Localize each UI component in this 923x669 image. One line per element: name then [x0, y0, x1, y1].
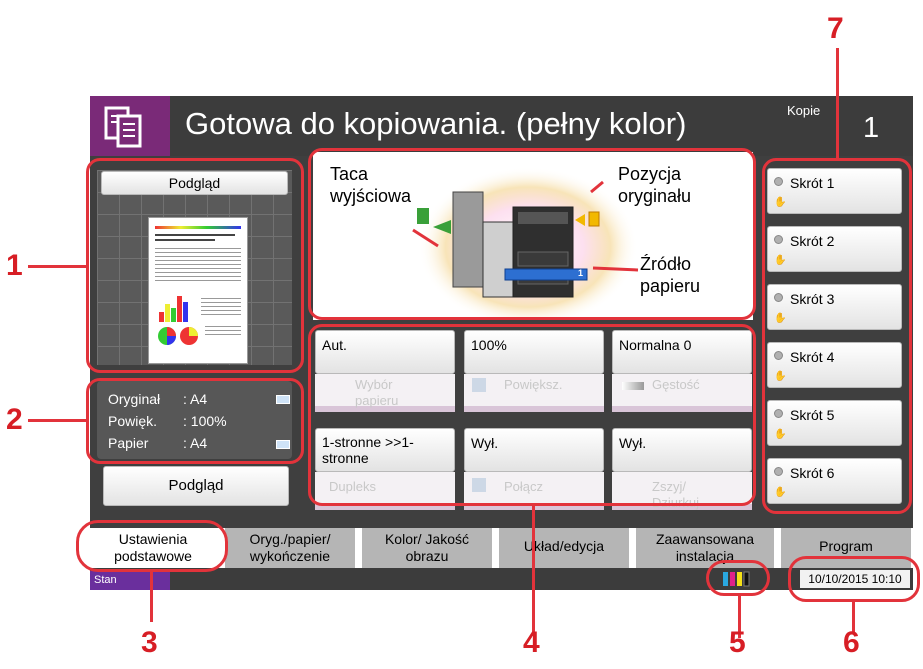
- callout-number-2: 2: [6, 403, 23, 436]
- copies-count[interactable]: 1: [863, 112, 879, 145]
- callout-ring-device: [308, 148, 756, 320]
- callout-ring-functions: [308, 324, 756, 506]
- tab-layout-edit[interactable]: Układ/edycja: [499, 528, 629, 568]
- callout-ring-preview: [86, 158, 304, 373]
- callout-number-3: 3: [141, 626, 158, 659]
- callout-leader-2: [28, 419, 86, 422]
- callout-leader-3: [150, 572, 153, 622]
- status-title: Gotowa do kopiowania. (pełny kolor): [185, 106, 687, 141]
- callout-leader-7: [836, 48, 839, 158]
- callout-ring-datetime: [788, 556, 920, 602]
- callout-number-1: 1: [6, 249, 23, 282]
- callout-leader-4: [532, 506, 535, 636]
- callout-ring-toner: [706, 560, 770, 596]
- preview-button[interactable]: Podgląd: [103, 466, 289, 506]
- callout-number-4: 4: [523, 626, 540, 659]
- status-button[interactable]: Stan: [90, 571, 170, 590]
- tab-original-paper-finishing[interactable]: Oryg./papier/ wykończenie: [225, 528, 355, 568]
- callout-ring-tab: [76, 520, 228, 572]
- tab-color-image-quality[interactable]: Kolor/ Jakość obrazu: [362, 528, 492, 568]
- callout-number-7: 7: [827, 12, 844, 45]
- callout-ring-shortcuts: [762, 158, 912, 514]
- callout-number-5: 5: [729, 626, 746, 659]
- copy-app-icon: [90, 96, 170, 156]
- callout-leader-1: [28, 265, 86, 268]
- copies-label: Kopie: [787, 103, 821, 118]
- callout-ring-info: [86, 378, 304, 464]
- callout-number-6: 6: [843, 626, 860, 659]
